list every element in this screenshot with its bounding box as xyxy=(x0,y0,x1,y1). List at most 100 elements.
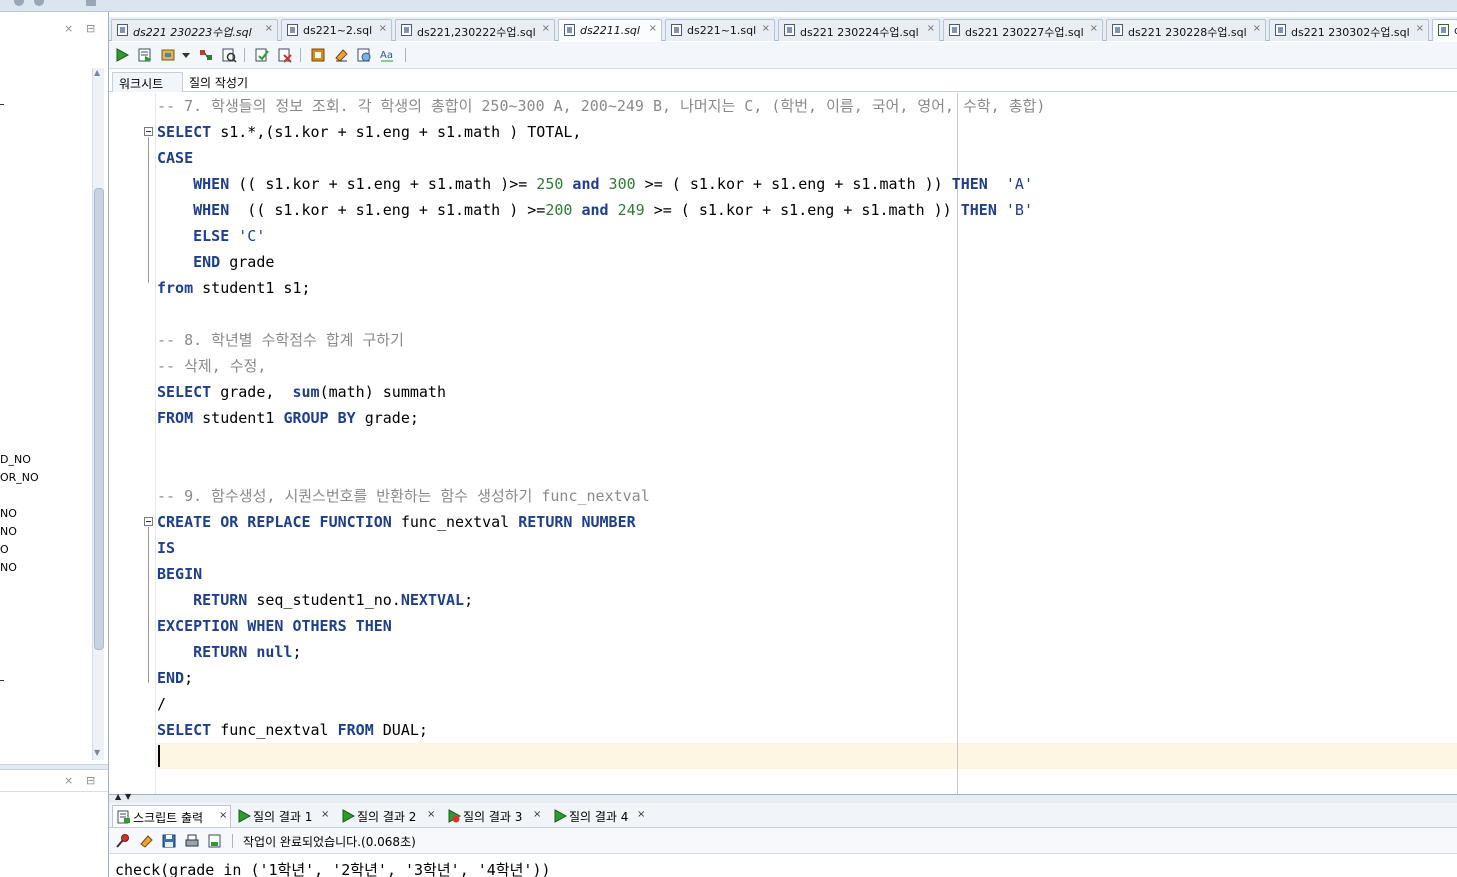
tab-close-icon[interactable]: × xyxy=(533,809,541,820)
tree-item[interactable]: NO xyxy=(0,507,17,520)
window-control-icon[interactable] xyxy=(34,0,44,6)
save-icon[interactable] xyxy=(161,833,177,849)
rollback-icon[interactable] xyxy=(277,47,293,63)
tab-close-icon[interactable]: × xyxy=(321,809,329,820)
commit-transaction-icon[interactable] xyxy=(254,47,270,63)
tab-close-icon[interactable]: × xyxy=(1090,23,1098,34)
code-token: ; xyxy=(292,643,302,661)
tab-close-icon[interactable]: × xyxy=(1416,23,1424,34)
tab-query-builder[interactable]: 질의 작성기 xyxy=(183,72,254,92)
editor-tab[interactable]: ds221 230228수업.sql × xyxy=(1106,19,1266,41)
tab-label: ds221 230223수업.sql xyxy=(133,26,252,39)
code-token: FROM xyxy=(157,409,194,427)
tab-close-icon[interactable]: × xyxy=(927,23,935,34)
editor-tab[interactable]: ds221 230302수업.sql × xyxy=(1269,19,1429,41)
fold-toggle-icon[interactable] xyxy=(144,127,153,136)
editor-tab[interactable]: ds221~1.sql × xyxy=(665,19,775,41)
tab-close-icon[interactable]: × xyxy=(542,23,550,34)
tab-query-result-3[interactable]: 질의 결과 3 × xyxy=(443,805,547,827)
sql-tuning-icon[interactable] xyxy=(310,47,326,63)
code-token: and xyxy=(581,201,609,219)
query-result-error-icon xyxy=(448,809,461,823)
tab-close-icon[interactable]: × xyxy=(265,23,273,34)
editor-tab[interactable]: ds221~2.sql × xyxy=(281,19,392,41)
commit-icon[interactable] xyxy=(160,47,176,63)
code-token: grade; xyxy=(355,409,419,427)
query-result-icon xyxy=(554,809,567,823)
run-statement-icon[interactable] xyxy=(114,47,130,63)
autotrace-icon[interactable] xyxy=(221,47,237,63)
panel-header: × ⊟ xyxy=(0,20,108,40)
editor-tab[interactable]: ds221,230222수업.sql × xyxy=(395,19,555,41)
fold-line xyxy=(148,137,149,283)
tree-item[interactable]: D_NO xyxy=(0,453,31,466)
tab-label: 질의 결과 1 xyxy=(253,810,313,824)
panel-close-icon[interactable]: × xyxy=(64,22,73,35)
sql-editor[interactable]: -- 7. 학생들의 정보 조회. 각 학생의 총합이 250~300 A, 2… xyxy=(109,93,1457,795)
clear-eraser-icon[interactable] xyxy=(333,47,349,63)
history-icon[interactable] xyxy=(356,47,372,63)
code-token: / xyxy=(157,695,167,713)
scroll-down-icon[interactable]: ▼ xyxy=(94,748,100,757)
tab-close-icon[interactable]: × xyxy=(379,23,387,34)
code-line: FROM student1 GROUP BY grade; xyxy=(157,405,419,431)
tab-close-icon[interactable]: × xyxy=(762,23,770,34)
panel-close-icon[interactable]: × xyxy=(64,774,73,787)
window-control-icon[interactable] xyxy=(14,0,24,6)
code-token: THEN xyxy=(951,175,988,193)
run-script-icon[interactable] xyxy=(137,47,153,63)
tab-script-output[interactable]: 스크립트 출력 × xyxy=(112,805,231,827)
panel-divider[interactable] xyxy=(0,764,108,770)
toolbar-separator xyxy=(405,48,406,62)
code-line: -- 7. 학생들의 정보 조회. 각 학생의 총합이 250~300 A, 2… xyxy=(157,93,1045,119)
editor-tab[interactable]: ds221 230227수업.sql × xyxy=(943,19,1103,41)
title-strip xyxy=(0,0,1457,12)
window-control-icon[interactable] xyxy=(86,0,96,6)
tab-close-icon[interactable]: × xyxy=(637,809,645,820)
tree-scrollbar[interactable]: ▲ ▼ xyxy=(92,68,104,760)
tab-close-icon[interactable]: × xyxy=(649,23,657,34)
tab-close-icon[interactable]: × xyxy=(219,810,227,821)
tab-close-icon[interactable]: × xyxy=(427,809,435,820)
panel-header: × ⊟ xyxy=(0,772,108,792)
fold-toggle-icon[interactable] xyxy=(144,517,153,526)
open-file-icon[interactable] xyxy=(207,833,223,849)
pin-icon[interactable] xyxy=(115,833,131,849)
clear-eraser-icon[interactable] xyxy=(138,833,154,849)
editor-tab[interactable]: ds221 230223수업.sql × xyxy=(111,19,278,41)
editor-tab[interactable]: d xyxy=(1432,19,1457,41)
tab-query-result-2[interactable]: 질의 결과 2 × xyxy=(337,805,441,827)
code-line: / xyxy=(157,691,166,717)
editor-tab[interactable]: ds221 230224수업.sql × xyxy=(778,19,940,41)
editor-output-splitter[interactable]: ▲ ▼ xyxy=(109,792,1457,803)
collapse-down-icon[interactable]: ▼ xyxy=(125,792,131,801)
tab-query-result-1[interactable]: 질의 결과 1 × xyxy=(233,805,335,827)
editor-tab[interactable]: ds2211.sql × xyxy=(558,19,662,41)
tab-label: ds2211.sql xyxy=(580,24,640,37)
tab-query-result-4[interactable]: 질의 결과 4 × xyxy=(549,805,653,827)
code-token: -- 삭제, 수정, xyxy=(157,357,267,375)
scroll-thumb[interactable] xyxy=(94,188,104,650)
print-icon[interactable] xyxy=(184,833,200,849)
tree-item[interactable]: NO xyxy=(0,525,17,538)
explain-plan-icon[interactable] xyxy=(198,47,214,63)
panel-minimize-icon[interactable]: ⊟ xyxy=(86,774,95,787)
collapse-up-icon[interactable]: ▲ xyxy=(115,792,121,801)
tab-worksheet[interactable]: 워크시트 xyxy=(112,72,183,92)
query-result-icon xyxy=(238,809,251,823)
code-token: WHEN xyxy=(193,201,230,219)
code-line: ELSE 'C' xyxy=(157,223,265,249)
tab-close-icon[interactable]: × xyxy=(1253,23,1261,34)
chevron-down-icon[interactable] xyxy=(181,47,191,63)
panel-minimize-icon[interactable]: ⊟ xyxy=(86,22,95,35)
script-output-text[interactable]: check(grade in ('1학년', '2학년', '3학년', '4학… xyxy=(109,855,1457,877)
tree-item[interactable]: OR_NO xyxy=(0,471,39,484)
scroll-up-icon[interactable]: ▲ xyxy=(94,68,100,77)
tree-item[interactable]: O xyxy=(0,543,9,556)
format-case-icon[interactable]: Aa xyxy=(379,47,395,63)
code-token: EXCEPTION WHEN OTHERS THEN xyxy=(157,617,392,635)
tree-item[interactable]: NO xyxy=(0,561,17,574)
